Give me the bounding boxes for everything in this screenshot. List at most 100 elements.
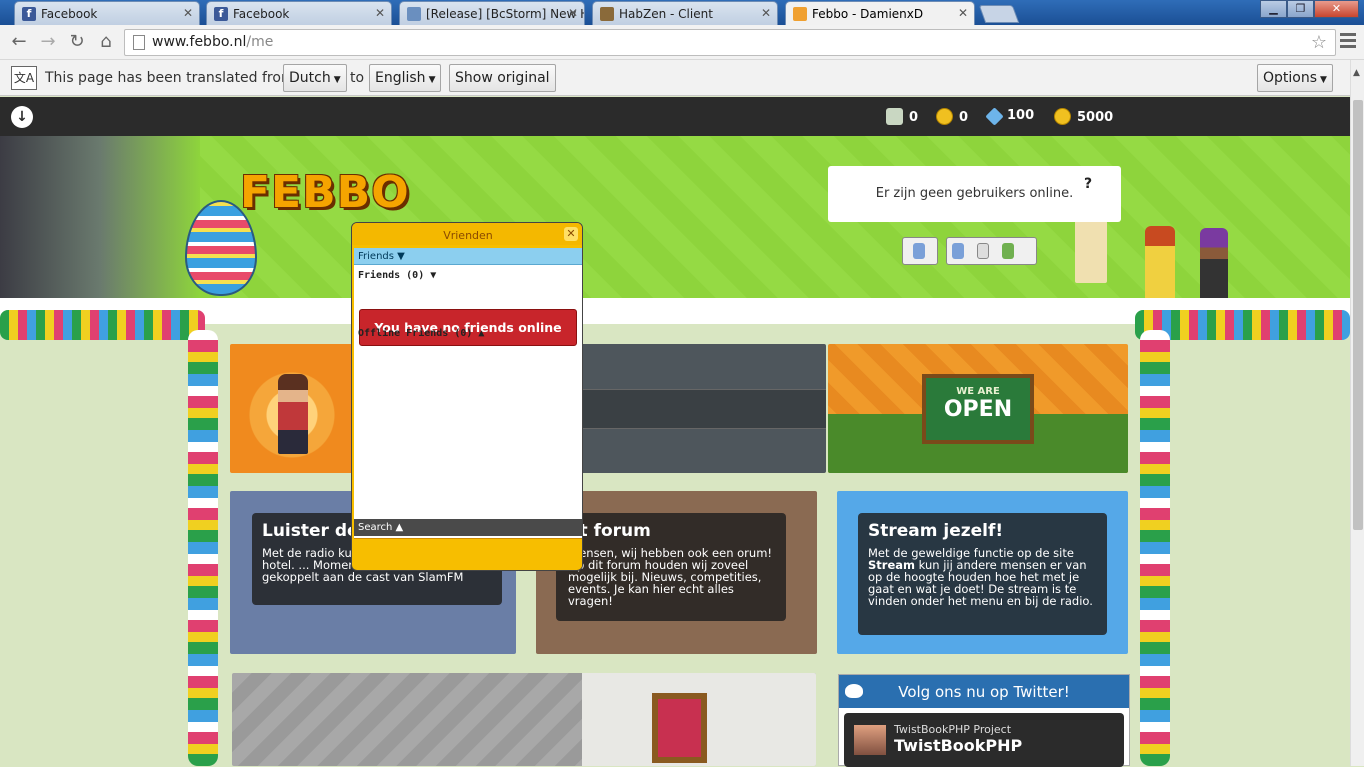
stream-tile[interactable]: Stream jezelf! Met de geweldige functie … [837,491,1128,654]
close-icon[interactable]: ✕ [761,6,771,20]
painting-image [652,693,707,763]
febbo-icon [793,7,807,21]
hotel-open-tile[interactable]: WE ARE OPEN [828,344,1128,473]
forum-card: et forum mensen, wij hebben ook een orum… [556,513,786,621]
twitter-header[interactable]: Volg ons nu op Twitter! [839,675,1129,708]
news-tile[interactable] [578,344,826,473]
back-icon[interactable]: ← [7,31,31,53]
coin-icon [936,108,953,125]
reload-icon[interactable]: ↻ [65,31,89,53]
window-close-icon[interactable]: ✕ [1314,0,1359,18]
room-tile[interactable] [232,673,816,766]
diamond-icon [985,107,1004,126]
dropdown-arrow-icon: ▼ [333,75,341,85]
twitter-bird-icon [845,684,863,698]
avatar [1200,228,1228,306]
tab-title: HabZen - Client [619,7,713,21]
page-scrollbar[interactable]: ▲ [1350,60,1364,766]
user-avatar-tile[interactable] [230,344,354,473]
bookmark-star-icon[interactable]: ☆ [1311,32,1327,53]
chat-icon[interactable] [977,243,990,259]
online-users-box: Er zijn geen gebruikers online. [828,166,1121,222]
show-original-button[interactable]: Show original [449,64,556,92]
triangle-down-icon: ▼ [430,270,437,281]
triangle-down-icon: ▼ [397,251,405,262]
arrow-down-circle-icon[interactable]: ↓ [11,106,33,128]
avatar-button[interactable] [902,237,938,265]
triangle-up-icon: ▲ [395,522,404,533]
offline-friends-category[interactable]: Offline Friends (0) ▲ [358,328,484,339]
tab-strip: f Facebook ✕ f Facebook ✕ [Release] [BcS… [0,0,1364,26]
easter-egg-garland [1140,330,1170,766]
scroll-up-icon[interactable]: ▲ [1353,68,1360,78]
address-bar[interactable]: www.febbo.nl/me ☆ [124,29,1336,56]
to-label: to [350,70,365,86]
stream-text: Met de geweldige functie op de site Stre… [868,546,1093,608]
new-tab-button[interactable] [978,5,1020,23]
maximize-icon[interactable]: ❐ [1287,0,1314,18]
friends-icon[interactable] [1002,243,1015,259]
friends-panel-title[interactable]: Vrienden [352,223,582,245]
friends-search-toggle[interactable]: Search ▲ [354,519,582,536]
forum-title: et forum [568,521,651,541]
dropdown-arrow-icon: ▼ [428,75,436,85]
facebook-icon: f [22,7,36,21]
credits-balance: 5000 [1054,108,1113,125]
url-text: www.febbo.nl/me [152,34,274,50]
profile-icon[interactable] [952,243,964,259]
account-name: TwistBookPHP [894,736,1023,755]
page-icon [133,35,145,50]
stream-card: Stream jezelf! Met de geweldige functie … [858,513,1107,635]
social-buttons[interactable] [946,237,1037,265]
translate-options-button[interactable]: Options ▼ [1257,64,1333,92]
to-language-select[interactable]: English ▼ [369,64,442,92]
account-avatar [854,725,886,755]
browser-toolbar: ← → ↻ ⌂ www.febbo.nl/me ☆ [0,25,1364,60]
home-icon[interactable]: ⌂ [94,31,118,53]
credits-icon [1054,108,1071,125]
site-topbar: ↓ 0 0 100 5000 [0,97,1350,136]
diamond-balance: 100 [985,107,1034,126]
duckets-balance: 0 [886,108,918,125]
scrollbar-thumb[interactable] [1353,100,1363,530]
close-icon[interactable]: ✕ [564,227,578,241]
user-avatar [278,374,308,454]
forward-icon[interactable]: → [36,31,60,53]
tab-habzen[interactable]: HabZen - Client ✕ [592,1,778,25]
online-friends-category[interactable]: Friends (0) ▼ [358,270,436,281]
minimize-icon[interactable]: ▁ [1260,0,1287,18]
easter-egg-garland [188,330,218,766]
forum-text: mensen, wij hebben ook een orum! Op dit … [568,546,773,608]
close-icon[interactable]: ✕ [375,6,385,20]
from-language-select[interactable]: Dutch ▼ [283,64,347,92]
question-mark-icon: ? [1084,176,1093,192]
avatar [1145,226,1175,306]
close-icon[interactable]: ✕ [568,6,578,20]
facebook-icon: f [214,7,228,21]
translate-bar: 文A This page has been translated from Du… [0,60,1364,96]
close-icon[interactable]: ✕ [958,6,968,20]
account-subtitle: TwistBookPHP Project [894,723,1012,736]
translate-icon: 文A [11,66,37,90]
tab-ragezone[interactable]: [Release] [BcStorm] New H ✕ [399,1,585,25]
translate-message: This page has been translated from [45,70,295,86]
open-sign: WE ARE OPEN [922,374,1034,444]
febbo-logo[interactable]: FEBBO [240,167,410,218]
stream-title: Stream jezelf! [868,521,1004,541]
triangle-up-icon: ▲ [478,328,485,339]
tab-facebook-1[interactable]: f Facebook ✕ [14,1,200,25]
ragezone-icon [407,7,421,21]
twitter-widget: Volg ons nu op Twitter! TwistBookPHP Pro… [838,674,1130,767]
tab-febbo[interactable]: Febbo - DamienxD ✕ [785,1,975,26]
friends-panel-footer [354,538,582,568]
twitter-account[interactable]: TwistBookPHP Project TwistBookPHP [844,713,1124,767]
duckets-icon [886,108,903,125]
tab-facebook-2[interactable]: f Facebook ✕ [206,1,392,25]
tab-title: [Release] [BcStorm] New H [426,7,585,21]
friends-list: Friends ▼ Friends (0) ▼ You have no frie… [354,248,582,538]
tab-title: Febbo - DamienxD [812,7,924,21]
close-icon[interactable]: ✕ [183,6,193,20]
window-controls: ▁ ❐ ✕ [1260,0,1359,18]
chrome-menu-icon[interactable] [1340,33,1356,51]
friends-tab[interactable]: Friends ▼ [354,248,582,265]
